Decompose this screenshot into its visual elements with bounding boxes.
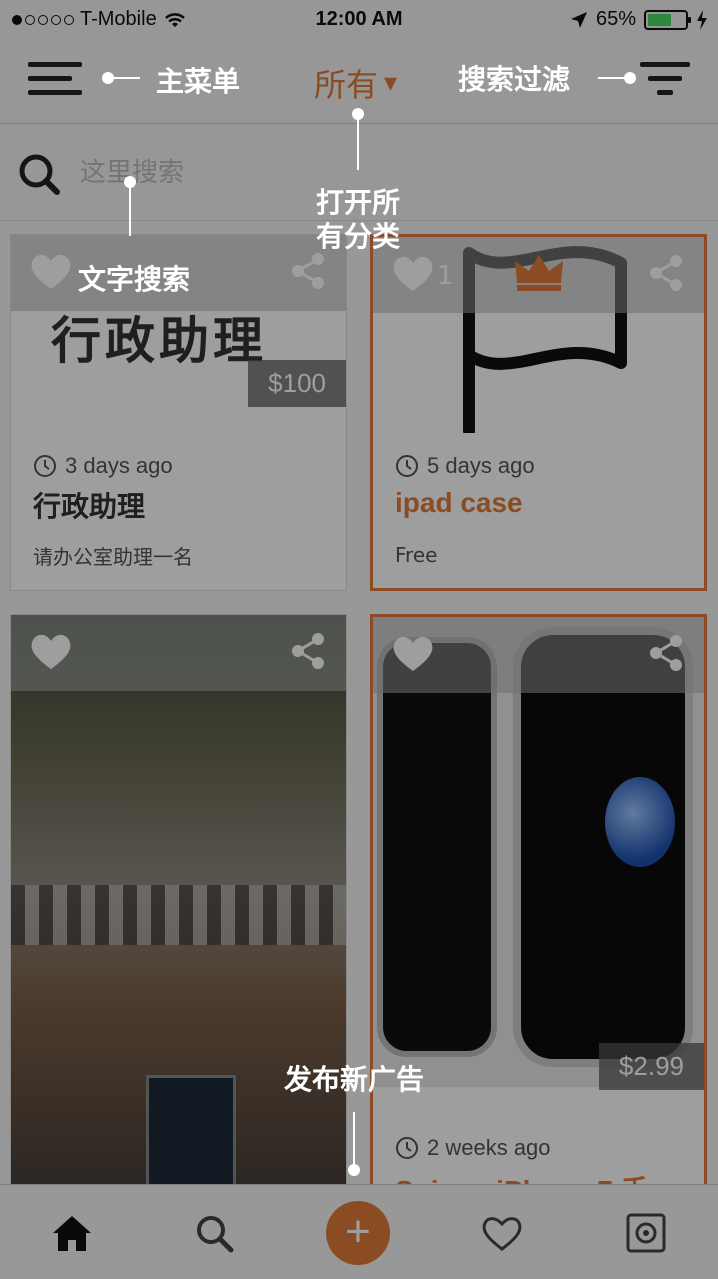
search-tab-icon[interactable] (193, 1213, 237, 1253)
listing-feed[interactable]: 行政助理 $100 3 days ago 行政助理 请办公室助理一名 1 5 d… (0, 222, 718, 1184)
listing-title[interactable]: 行政助理 (33, 485, 145, 525)
text-search-annotation: 文字搜索 (78, 263, 191, 296)
home-icon[interactable] (50, 1213, 94, 1253)
battery-fill (648, 13, 672, 26)
listing-time: 2 weeks ago (395, 1135, 551, 1161)
heart-icon[interactable] (391, 253, 435, 293)
category-annotation: 打开所 有分类 (316, 186, 400, 254)
menu-icon[interactable] (28, 62, 82, 96)
clock-icon (396, 455, 418, 477)
listing-card[interactable]: 1 5 days ago ipad case Free (370, 234, 707, 591)
heart-icon[interactable] (29, 631, 73, 671)
post-ad-pointer-line (353, 1112, 355, 1164)
battery-percent: 65% (595, 8, 636, 30)
listing-time-label: 3 days ago (65, 453, 173, 478)
category-annotation-line2: 有分类 (316, 220, 401, 253)
heart-icon[interactable] (391, 633, 435, 673)
share-icon[interactable] (288, 631, 328, 671)
share-icon[interactable] (646, 633, 686, 673)
listing-description: 请办公室助理一名 (33, 545, 193, 569)
search-icon[interactable] (18, 153, 60, 195)
main-menu-pointer-line (108, 77, 140, 79)
heart-icon[interactable] (29, 251, 73, 291)
location-icon (570, 11, 587, 28)
price-tag: $100 (248, 360, 346, 407)
main-menu-annotation: 主菜单 (156, 65, 241, 98)
settings-icon[interactable] (624, 1213, 668, 1253)
category-selector[interactable]: 所有 ▾ (314, 60, 397, 106)
listing-price: Free (395, 543, 438, 567)
phone-screen-drop (605, 777, 675, 867)
price-tag: $2.99 (598, 1043, 704, 1090)
clock-icon (396, 1137, 418, 1159)
search-filter-pointer-dot (624, 72, 636, 84)
listing-time: 3 days ago (33, 453, 173, 479)
photo-stripes (11, 885, 346, 945)
tab-bar: + (0, 1184, 718, 1279)
status-right: 65% (570, 8, 708, 31)
share-icon[interactable] (288, 251, 328, 291)
crown-icon (515, 255, 563, 291)
share-icon[interactable] (646, 253, 686, 293)
phone-case-left (377, 637, 497, 1057)
chevron-down-icon: ▾ (384, 68, 398, 98)
favorites-heart-icon[interactable] (480, 1213, 524, 1253)
battery-icon (644, 9, 691, 30)
charging-icon (697, 9, 707, 30)
filter-icon[interactable] (640, 62, 690, 96)
search-filter-annotation: 搜索过滤 (458, 63, 571, 96)
status-bar: T-Mobile 12:00 AM 65% (0, 0, 718, 40)
post-ad-pointer-dot (348, 1164, 360, 1176)
fridge-shape (146, 1075, 236, 1184)
listing-time: 5 days ago (395, 453, 535, 479)
listing-title[interactable]: ipad case (395, 487, 523, 519)
listing-time-label: 5 days ago (427, 453, 535, 478)
category-label: 所有 (314, 66, 379, 104)
listing-card[interactable]: $2.99 2 weeks ago Spigen iPhone 7 手 (370, 614, 707, 1184)
like-count: 1 (437, 261, 454, 291)
listing-image-text: 行政助理 (51, 311, 267, 370)
post-ad-annotation: 发布新广告 (284, 1063, 425, 1096)
category-pointer-line (357, 114, 359, 170)
post-ad-button[interactable]: + (326, 1201, 390, 1265)
clock-icon (34, 455, 56, 477)
listing-title[interactable]: Spigen iPhone 7 手 (395, 1169, 649, 1184)
listing-card[interactable] (10, 614, 347, 1184)
listing-time-label: 2 weeks ago (427, 1135, 551, 1160)
text-search-pointer-line (129, 182, 131, 236)
category-annotation-line1: 打开所 (316, 186, 401, 219)
